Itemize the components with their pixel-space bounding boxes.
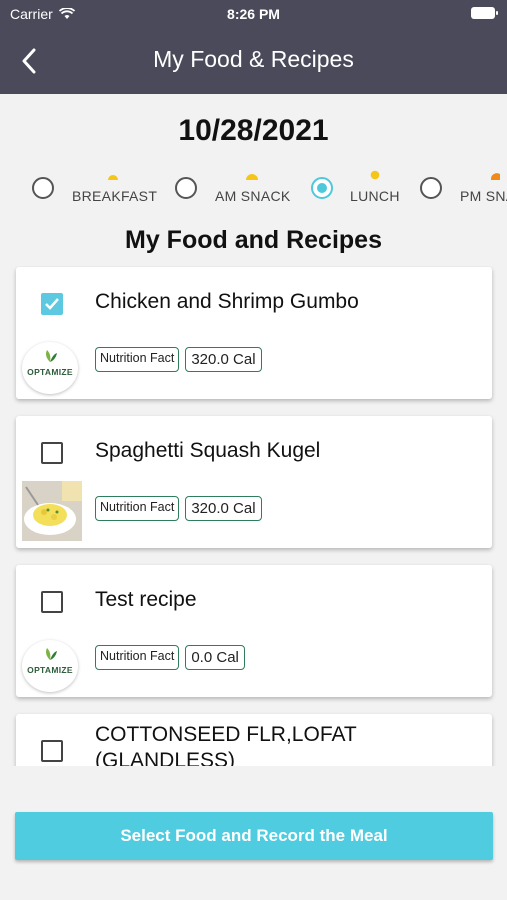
calorie-badge: 320.0 Cal (185, 347, 262, 372)
item-checkbox[interactable] (41, 591, 63, 613)
meal-selector: BREAKFAST AM SNACK LUNCH PM SNACK (0, 166, 507, 210)
item-checkbox[interactable] (41, 442, 63, 464)
sun-icon (246, 174, 258, 180)
status-time: 8:26 PM (227, 6, 280, 22)
sun-full-icon (370, 170, 380, 180)
top-bar: Carrier 8:26 PM My Food & Recipes (0, 0, 507, 94)
checkmark-icon (45, 298, 59, 310)
date-label: 10/28/2021 (178, 114, 329, 147)
radio-breakfast[interactable] (32, 177, 54, 199)
food-list[interactable]: Chicken and Shrimp Gumbo OPTAMIZE Nutrit… (0, 266, 507, 766)
nutrition-fact-button[interactable]: Nutrition Fact (95, 347, 180, 372)
food-card[interactable]: Test recipe OPTAMIZE Nutrition Fact 0.0 … (16, 565, 492, 697)
radio-pm-snack[interactable] (420, 177, 442, 199)
food-card[interactable]: COTTONSEED FLR,LOFAT (GLANDLESS) (16, 714, 492, 766)
food-card[interactable]: Chicken and Shrimp Gumbo OPTAMIZE Nutrit… (16, 267, 492, 399)
meal-option-lunch[interactable]: LUNCH (311, 166, 411, 210)
optamize-logo: OPTAMIZE (22, 342, 78, 394)
calorie-badge: 320.0 Cal (185, 496, 262, 521)
food-image: OPTAMIZE (22, 640, 82, 695)
food-card[interactable]: Spaghetti Squash Kugel Nutrition Fact 32… (16, 416, 492, 548)
radio-am-snack[interactable] (175, 177, 197, 199)
leaf-icon (46, 648, 57, 660)
food-title: COTTONSEED FLR,LOFAT (GLANDLESS) (95, 723, 357, 766)
nutrition-fact-button[interactable]: Nutrition Fact (95, 496, 180, 521)
nutrition-fact-button[interactable]: Nutrition Fact (95, 645, 180, 670)
food-title: Test recipe (95, 588, 197, 611)
food-photo (22, 481, 82, 541)
item-checkbox[interactable] (41, 293, 63, 315)
food-image (22, 481, 82, 541)
sunrise-icon (108, 175, 118, 180)
meal-option-breakfast[interactable]: BREAKFAST (32, 166, 162, 210)
food-image: OPTAMIZE (22, 342, 82, 397)
meal-option-pm-snack[interactable]: PM SNACK (420, 166, 507, 210)
optamize-logo: OPTAMIZE (22, 640, 78, 692)
calorie-badge: 0.0 Cal (185, 645, 245, 670)
section-title: My Food and Recipes (125, 226, 382, 254)
page-title: My Food & Recipes (153, 46, 354, 72)
item-checkbox[interactable] (41, 740, 63, 762)
radio-lunch[interactable] (311, 177, 333, 199)
food-title: Chicken and Shrimp Gumbo (95, 290, 359, 313)
nav-header: My Food & Recipes (0, 28, 507, 94)
battery-icon (471, 7, 498, 19)
meal-option-am-snack[interactable]: AM SNACK (175, 166, 300, 210)
sunset-icon (490, 173, 500, 180)
status-bar: Carrier 8:26 PM (0, 0, 507, 28)
food-title: Spaghetti Squash Kugel (95, 439, 321, 462)
leaf-icon (46, 350, 57, 362)
record-meal-button[interactable]: Select Food and Record the Meal (15, 812, 493, 860)
